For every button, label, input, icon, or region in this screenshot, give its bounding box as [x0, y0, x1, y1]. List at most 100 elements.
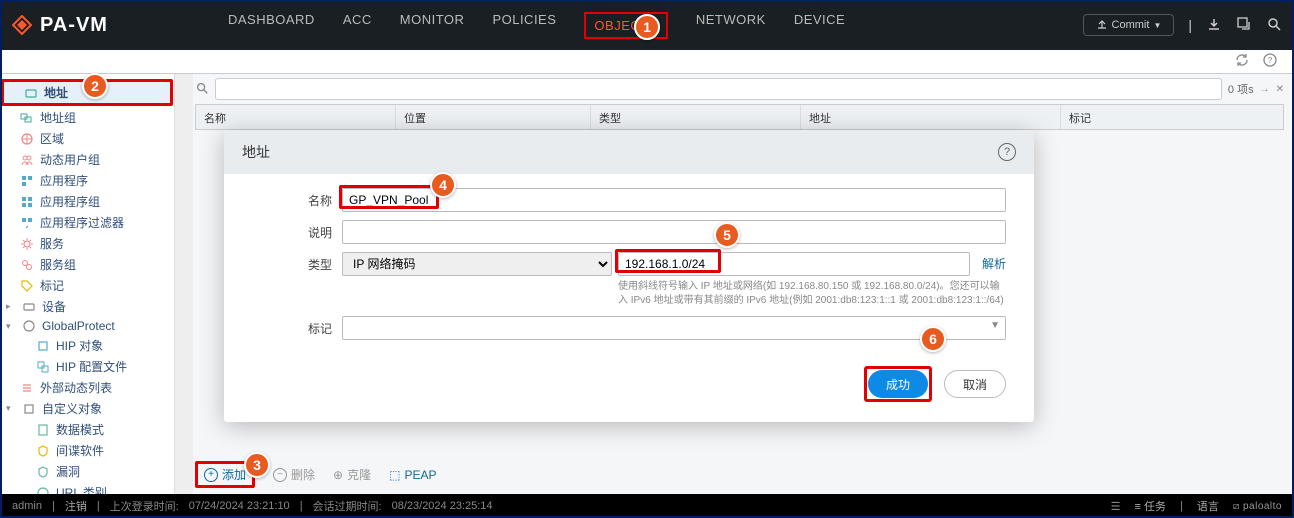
minus-icon: −: [273, 468, 287, 482]
chevron-down-icon-tag[interactable]: ▼: [990, 320, 1000, 331]
delete-button[interactable]: −删除: [273, 466, 315, 483]
badge-3: 3: [244, 452, 270, 478]
sidebar-item-vulnerability[interactable]: 漏洞: [0, 461, 174, 482]
sidebar-item-region[interactable]: 区域: [0, 128, 174, 149]
sidebar-item-application-filter[interactable]: 应用程序过滤器: [0, 212, 174, 233]
address-icon: [24, 86, 38, 100]
search-input[interactable]: [215, 78, 1222, 100]
ip-input[interactable]: [618, 252, 970, 276]
last-login-label: 上次登录时间:: [110, 498, 179, 514]
tag-input[interactable]: [342, 316, 1006, 340]
plus-icon: +: [204, 468, 218, 482]
tasks-link[interactable]: ≡任务: [1135, 498, 1166, 514]
col-type[interactable]: 类型: [591, 105, 801, 129]
resolve-link[interactable]: 解析: [982, 255, 1006, 272]
sidebar-item-service-group[interactable]: 服务组: [0, 254, 174, 275]
custom-icon: [22, 402, 36, 416]
label-type: 类型: [252, 252, 342, 273]
modal-title: 地址: [242, 142, 270, 162]
list-icon: [20, 381, 34, 395]
sidebar-item-tag[interactable]: 标记: [0, 275, 174, 296]
nav-policies[interactable]: POLICIES: [492, 12, 556, 39]
cancel-button[interactable]: 取消: [944, 370, 1006, 398]
alert-icon[interactable]: ☰: [1111, 500, 1121, 513]
sidebar-item-hip-profile[interactable]: HIP 配置文件: [0, 356, 174, 377]
spyware-icon: [36, 444, 50, 458]
device-icon: [22, 300, 36, 314]
nav-network[interactable]: NETWORK: [696, 12, 766, 39]
clone-button[interactable]: ⊕克隆: [333, 466, 371, 483]
prev-page-icon[interactable]: →: [1260, 84, 1270, 95]
modal-body: 名称 说明 类型 IP 网络掩码 解析 使用斜线符号输入: [224, 174, 1034, 352]
sidebar-address-label: 地址: [44, 84, 68, 101]
scrollbar[interactable]: [175, 74, 193, 494]
col-address[interactable]: 地址: [801, 105, 1061, 129]
badge-6: 6: [920, 326, 946, 352]
app-title: PA-VM: [40, 14, 108, 37]
sidebar-item-spyware[interactable]: 间谍软件: [0, 440, 174, 461]
sidebar-item-external-list[interactable]: 外部动态列表: [0, 377, 174, 398]
status-bar: admin | 注销 | 上次登录时间: 07/24/2024 23:21:10…: [0, 494, 1294, 518]
logo-icon: [12, 15, 32, 35]
app-group-icon: [20, 195, 34, 209]
table-header: 名称 位置 类型 地址 标记: [195, 104, 1284, 130]
refresh-icon[interactable]: [1234, 52, 1250, 71]
peap-button[interactable]: ⬚PEAP: [389, 468, 436, 482]
csv-icon: ⬚: [389, 468, 400, 482]
lang-link[interactable]: 语言: [1197, 498, 1219, 514]
sidebar-item-device[interactable]: ▸设备: [0, 296, 174, 317]
sidebar-item-url-category[interactable]: URL 类别: [0, 482, 174, 494]
tag-icon: [20, 279, 34, 293]
hip-object-icon: [36, 339, 50, 353]
search-icon[interactable]: [1266, 16, 1282, 35]
help-icon[interactable]: ?: [998, 143, 1016, 161]
nav-device[interactable]: DEVICE: [794, 12, 845, 39]
app-icon: [20, 174, 34, 188]
session-value: 08/23/2024 23:25:14: [392, 500, 493, 512]
sidebar-item-application-group[interactable]: 应用程序组: [0, 191, 174, 212]
ok-button[interactable]: 成功: [868, 370, 928, 398]
col-tag[interactable]: 标记: [1061, 105, 1283, 129]
status-user: admin: [12, 500, 42, 512]
commit-button[interactable]: Commit ▼: [1083, 14, 1175, 36]
col-location[interactable]: 位置: [396, 105, 591, 129]
sidebar-item-hip-object[interactable]: HIP 对象: [0, 335, 174, 356]
modal-footer: 成功 取消: [224, 352, 1034, 404]
clone-icon: ⊕: [333, 468, 343, 482]
modal-header: 地址 ?: [224, 130, 1034, 174]
nav-monitor[interactable]: MONITOR: [400, 12, 465, 39]
sidebar-item-dyn-user-group[interactable]: 动态用户组: [0, 149, 174, 170]
filter-icon: [20, 216, 34, 230]
col-name[interactable]: 名称: [196, 105, 396, 129]
sidebar-item-globalprotect[interactable]: ▾GlobalProtect: [0, 317, 174, 335]
sidebar-item-address-group[interactable]: 地址组: [0, 107, 174, 128]
logout-link[interactable]: 注销: [65, 498, 87, 514]
sidebar-item-service[interactable]: 服务: [0, 233, 174, 254]
last-login-value: 07/24/2024 23:21:10: [189, 500, 290, 512]
download-icon[interactable]: [1206, 16, 1222, 35]
topbar-right: Commit ▼ |: [1083, 14, 1282, 36]
globe-icon: [20, 132, 34, 146]
hip-profile-icon: [36, 360, 50, 374]
commit-label: Commit: [1112, 19, 1150, 31]
nav-acc[interactable]: ACC: [343, 12, 372, 39]
sidebar-item-data-pattern[interactable]: 数据模式: [0, 419, 174, 440]
nav-dashboard[interactable]: DASHBOARD: [228, 12, 315, 39]
sidebar-item-custom-object[interactable]: ▾自定义对象: [0, 398, 174, 419]
desc-input[interactable]: [342, 220, 1006, 244]
export-icon[interactable]: [1236, 16, 1252, 35]
search-row: 0 项s → ✕: [195, 78, 1284, 100]
help-toolbar-icon[interactable]: ?: [1262, 52, 1278, 71]
type-select[interactable]: IP 网络掩码: [342, 252, 612, 276]
close-search-icon[interactable]: ✕: [1276, 84, 1284, 95]
label-desc: 说明: [252, 220, 342, 241]
type-hint: 使用斜线符号输入 IP 地址或网络(如 192.168.80.150 或 192…: [618, 280, 1006, 308]
address-modal: 地址 ? 名称 说明 类型 IP 网络掩码 解析: [224, 130, 1034, 422]
sidebar-item-application[interactable]: 应用程序: [0, 170, 174, 191]
bottom-actions: +添加 −删除 ⊕克隆 ⬚PEAP: [195, 461, 436, 488]
paloalto-logo: ⧄ paloalto: [1233, 501, 1282, 512]
chevron-down-icon-2: ▾: [6, 403, 16, 414]
gear-icon: [20, 237, 34, 251]
refresh-toolbar: ?: [0, 50, 1294, 74]
users-icon: [20, 153, 34, 167]
